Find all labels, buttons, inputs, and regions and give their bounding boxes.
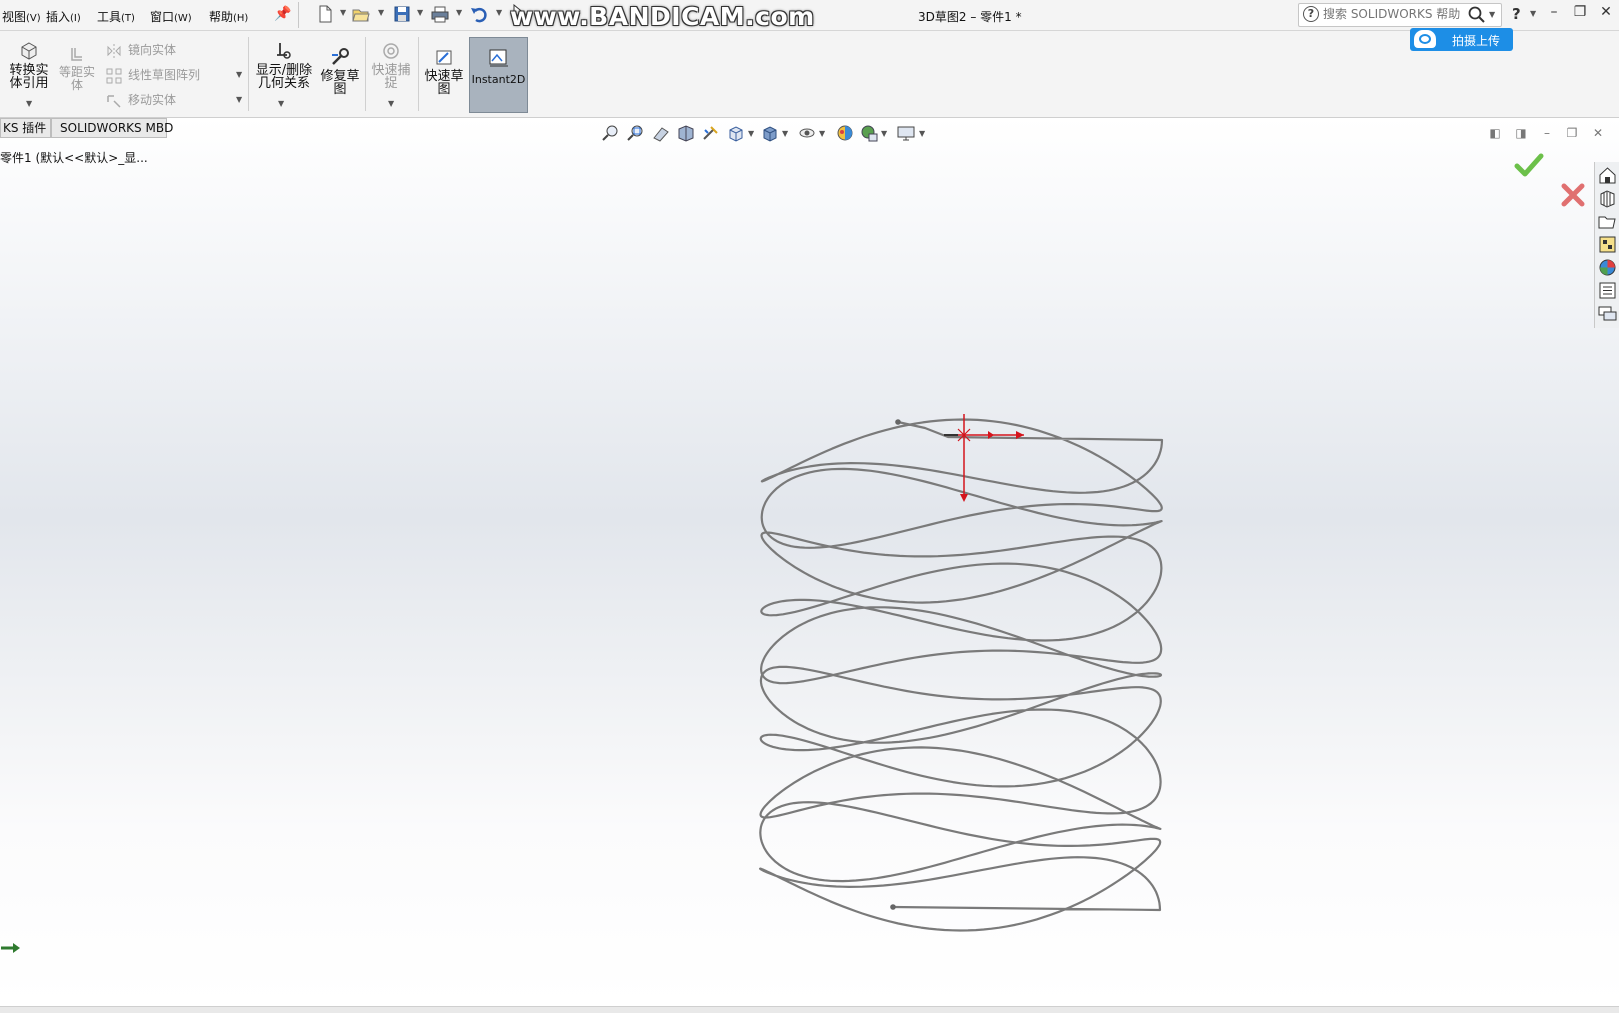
display-style-icon[interactable]	[761, 124, 779, 142]
cloud-icon	[1414, 30, 1436, 48]
apply-scene-icon[interactable]	[860, 124, 878, 142]
apply-scene-dropdown-icon[interactable]: ▼	[881, 129, 887, 138]
view-orientation-dropdown-icon[interactable]: ▼	[748, 129, 754, 138]
previous-view-icon[interactable]	[652, 124, 670, 142]
origin-triad-icon	[944, 414, 1024, 502]
upload-button[interactable]: 拍摄上传	[1410, 28, 1513, 51]
dynamic-annotation-icon[interactable]	[702, 124, 720, 142]
view-orientation-icon[interactable]	[727, 124, 745, 142]
hide-show-items-icon[interactable]	[798, 124, 816, 142]
spline-start-point[interactable]	[895, 419, 901, 425]
view-settings-dropdown-icon[interactable]: ▼	[919, 129, 925, 138]
sketch-graphics-layer	[759, 414, 1164, 932]
3d-sketch-spline[interactable]	[759, 418, 1164, 932]
zoom-to-fit-icon[interactable]	[602, 124, 620, 142]
view-settings-icon[interactable]	[897, 124, 915, 142]
reference-triad-icon	[1, 943, 20, 953]
upload-button-label: 拍摄上传	[1452, 34, 1501, 48]
spline-end-point[interactable]	[890, 904, 896, 910]
section-view-icon[interactable]	[677, 124, 695, 142]
hide-show-dropdown-icon[interactable]: ▼	[819, 129, 825, 138]
zoom-to-area-icon[interactable]	[627, 124, 645, 142]
display-style-dropdown-icon[interactable]: ▼	[782, 129, 788, 138]
edit-appearance-icon[interactable]	[836, 124, 854, 142]
